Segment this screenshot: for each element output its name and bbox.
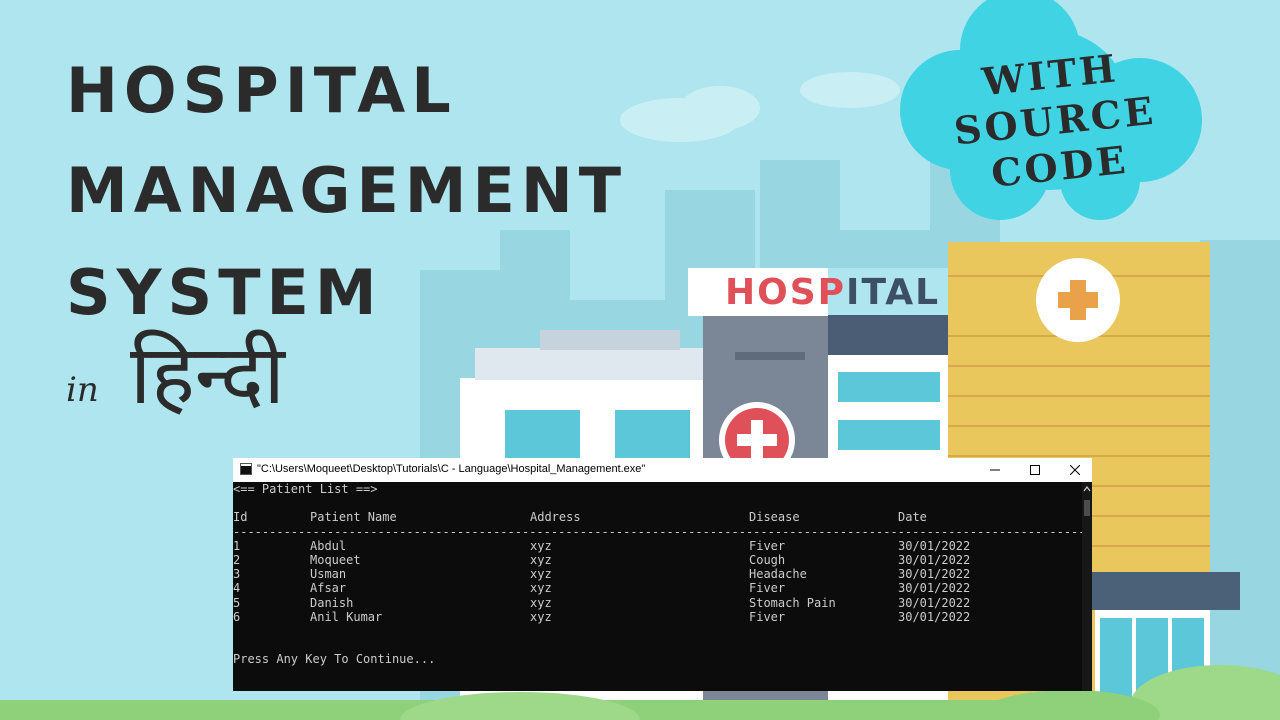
source-code-badge: WITH SOURCE CODE bbox=[928, 40, 1181, 202]
minimize-button[interactable] bbox=[975, 458, 1015, 482]
cell-disease: Fiver bbox=[749, 609, 786, 624]
console-output[interactable]: <== Patient List ==> Id Patient Name Add… bbox=[233, 482, 1092, 691]
hospital-sign-highlight: HOSP bbox=[725, 272, 847, 313]
table-row: 3 Usman xyz Headache 30/01/2022 bbox=[233, 567, 1082, 581]
header-date: Date bbox=[898, 510, 927, 525]
hindi-word: हिन्दी bbox=[130, 328, 285, 423]
table-row: 1 Abdul xyz Fiver 30/01/2022 bbox=[233, 539, 1082, 553]
separator-dashes: ----------------------------------------… bbox=[233, 524, 1092, 539]
cell-date: 30/01/2022 bbox=[898, 538, 971, 553]
cell-date: 30/01/2022 bbox=[898, 595, 971, 610]
close-icon bbox=[1070, 465, 1080, 475]
table-row: 4 Afsar xyz Fiver 30/01/2022 bbox=[233, 581, 1082, 595]
cell-disease: Fiver bbox=[749, 581, 786, 596]
console-window[interactable]: "C:\Users\Moqueet\Desktop\Tutorials\C - … bbox=[233, 458, 1092, 691]
maximize-button[interactable] bbox=[1015, 458, 1055, 482]
separator-line: ----------------------------------------… bbox=[233, 525, 1092, 539]
cell-id: 6 bbox=[233, 609, 241, 624]
hospital-sign: HOSPITAL bbox=[725, 272, 940, 313]
title-line-2: MANAGEMENT bbox=[66, 154, 628, 227]
in-word: in bbox=[66, 370, 99, 410]
scroll-up-arrow-icon[interactable] bbox=[1083, 485, 1091, 493]
cell-date: 30/01/2022 bbox=[898, 609, 971, 624]
cell-id: 2 bbox=[233, 552, 241, 567]
cell-date: 30/01/2022 bbox=[898, 581, 971, 596]
maximize-icon bbox=[1030, 465, 1040, 475]
console-heading: <== Patient List ==> bbox=[233, 482, 378, 496]
header-disease: Disease bbox=[749, 510, 800, 525]
header-address: Address bbox=[530, 510, 581, 525]
cell-address: xyz bbox=[530, 609, 552, 624]
console-app-icon bbox=[240, 463, 252, 475]
table-header: Id Patient Name Address Disease Date bbox=[233, 510, 1082, 524]
cell-patient-name: Afsar bbox=[310, 581, 347, 596]
title-line-1: HOSPITAL bbox=[66, 54, 457, 127]
cell-address: xyz bbox=[530, 567, 552, 582]
cell-address: xyz bbox=[530, 552, 552, 567]
cell-id: 4 bbox=[233, 581, 241, 596]
cell-disease: Headache bbox=[749, 567, 807, 582]
cell-id: 3 bbox=[233, 567, 241, 582]
window-title: "C:\Users\Moqueet\Desktop\Tutorials\C - … bbox=[257, 463, 646, 475]
table-row: 5 Danish xyz Stomach Pain 30/01/2022 bbox=[233, 596, 1082, 610]
cell-disease: Stomach Pain bbox=[749, 595, 836, 610]
cell-id: 1 bbox=[233, 538, 241, 553]
table-row: 6 Anil Kumar xyz Fiver 30/01/2022 bbox=[233, 610, 1082, 624]
continue-prompt: Press Any Key To Continue... bbox=[233, 652, 436, 667]
table-row: 2 Moqueet xyz Cough 30/01/2022 bbox=[233, 553, 1082, 567]
cell-patient-name: Abdul bbox=[310, 538, 347, 553]
cell-date: 30/01/2022 bbox=[898, 567, 971, 582]
cell-address: xyz bbox=[530, 581, 552, 596]
header-patient-name: Patient Name bbox=[310, 510, 397, 525]
cell-address: xyz bbox=[530, 595, 552, 610]
cell-disease: Fiver bbox=[749, 538, 786, 553]
vertical-scrollbar[interactable] bbox=[1082, 482, 1092, 691]
header-id: Id bbox=[233, 510, 248, 525]
cell-date: 30/01/2022 bbox=[898, 552, 971, 567]
cell-address: xyz bbox=[530, 538, 552, 553]
close-button[interactable] bbox=[1055, 458, 1092, 482]
cell-patient-name: Danish bbox=[310, 595, 354, 610]
window-titlebar[interactable]: "C:\Users\Moqueet\Desktop\Tutorials\C - … bbox=[233, 458, 1092, 482]
cell-patient-name: Anil Kumar bbox=[310, 609, 383, 624]
minimize-icon bbox=[990, 469, 1000, 471]
cell-id: 5 bbox=[233, 595, 241, 610]
cell-patient-name: Moqueet bbox=[310, 552, 361, 567]
cell-patient-name: Usman bbox=[310, 567, 347, 582]
title-line-3: SYSTEM bbox=[66, 256, 383, 329]
scrollbar-thumb[interactable] bbox=[1084, 500, 1090, 516]
hospital-sign-rest: ITAL bbox=[846, 272, 941, 313]
cell-disease: Cough bbox=[749, 552, 786, 567]
